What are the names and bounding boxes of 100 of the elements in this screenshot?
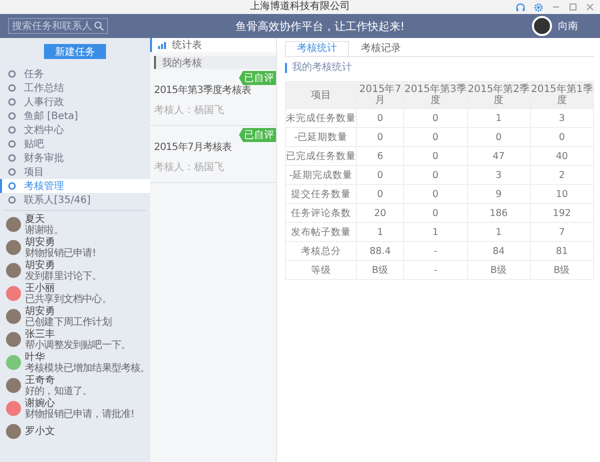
search-icon[interactable] [94,21,104,31]
contact-message: 谢谢啦。 [25,224,64,236]
table-cell: 0 [356,166,404,184]
nav-item[interactable]: 鱼邮 [Beta] [0,109,150,123]
bar-chart-icon [158,42,166,48]
headset-icon[interactable] [516,3,525,12]
table-cell: 0 [404,184,468,204]
avatar-placeholder[interactable] [6,240,21,255]
table-cell: 0 [356,108,404,128]
column-header: 2015年7月 [356,82,404,108]
contact-name[interactable]: 胡安勇 [25,260,102,270]
nav-item[interactable]: 项目 [0,165,150,179]
stats-list-item[interactable]: 统计表 [150,38,276,52]
table-cell: 40 [530,146,594,166]
table-cell: 0 [356,184,404,204]
table-cell: 考核总分 [286,242,356,260]
column-header: 2015年第1季度 [530,82,594,108]
table-cell: 9 [467,184,530,204]
table-cell: - [404,242,468,260]
nav-item[interactable]: 人事行政 [0,95,150,109]
nav-item[interactable]: 文档中心 [0,123,150,137]
search-field[interactable]: 搜索任务和联系人 [8,18,108,34]
avatar-placeholder[interactable] [6,332,21,347]
review-card[interactable]: 已自评 2015年第3季度考核表 考核人：杨国飞 [150,69,276,126]
nav-item[interactable]: 贴吧 [0,137,150,151]
slogan-text: 鱼骨高效协作平台，让工作快起来! [234,18,406,34]
contact-message: 好的，知道了。 [25,386,92,396]
avatar-placeholder[interactable] [6,263,21,278]
tab[interactable]: 考核记录 [349,41,413,56]
nav-item[interactable]: 联系人[35/46] [0,193,150,207]
section-header: 我的考核 [154,56,276,69]
contact-name[interactable]: 张三丰 [25,328,131,340]
contact-message: 财物报销已申请，请批准! [25,408,134,420]
column-header: 2015年第3季度 [404,82,468,108]
contact-name[interactable]: 谢婉心 [25,398,134,408]
table-cell: 0 [404,166,468,184]
avatar-icon[interactable] [6,401,21,416]
table-cell: 0 [404,146,468,166]
table-cell: 1 [404,222,468,242]
status-badge: 已自评 [239,71,276,85]
reviewer-text: 考核人：杨国飞 [154,104,225,117]
window-title: 上海博道科技有限公司 [250,1,350,13]
contact-name[interactable]: 胡安勇 [25,236,96,248]
table-cell: 3 [467,166,530,184]
contact-message: 发到群里讨论下。 [25,270,102,282]
table-cell: 7 [530,222,594,242]
table-cell: 任务评论条数 [286,204,356,222]
contact-name[interactable]: 王奇奇 [25,374,92,386]
table-cell: -延期完成数量 [286,166,356,184]
nav-item[interactable]: 任务 [0,67,150,81]
nav-item[interactable]: 财务审批 [0,151,150,165]
table-cell: B级 [530,260,594,280]
avatar-icon[interactable] [6,286,21,301]
status-badge: 已自评 [239,128,276,142]
table-cell: 2 [530,166,594,184]
column-header: 2015年第2季度 [467,82,530,108]
section-title: 我的考核统计 [285,63,594,73]
avatar-placeholder[interactable] [6,424,21,439]
table-cell: 3 [530,108,594,128]
settings-icon[interactable] [534,3,543,12]
table-cell: 0 [404,128,468,146]
review-card[interactable]: 已自评 2015年7月考核表 考核人：杨国飞 [150,126,276,183]
contact-message: 已创建下周工作计划 [25,316,112,328]
table-cell: 0 [404,108,468,128]
contact-message: 财物报销已申请! [25,248,96,258]
table-cell: 已完成任务数量 [286,146,356,166]
user-avatar[interactable] [532,16,552,36]
avatar-placeholder[interactable] [6,309,21,324]
contact-message: 已共享到文档中心。 [25,294,112,304]
table-cell: 提交任务数量 [286,184,356,204]
table-cell: 未完成任务数量 [286,108,356,128]
new-task-button[interactable]: 新建任务 [44,44,106,59]
contact-name[interactable]: 胡安勇 [25,306,112,316]
contact-name[interactable]: 夏天 [25,214,64,224]
avatar-placeholder[interactable] [6,217,21,232]
user-name[interactable]: 向南 [558,19,578,33]
close-icon[interactable] [586,3,594,11]
table-cell: - [404,260,468,280]
table-cell: 0 [404,204,468,222]
contact-name[interactable]: 王小丽 [25,282,112,294]
table-cell: 20 [356,204,404,222]
maximize-icon[interactable] [569,3,577,11]
table-cell: B级 [356,260,404,280]
avatar-placeholder[interactable] [6,378,21,393]
table-cell: 186 [467,204,530,222]
contact-name[interactable]: 叶华 [25,352,150,362]
nav-item[interactable]: 考核管理 [0,179,150,193]
reviewer-text: 考核人：杨国飞 [154,160,225,174]
table-cell: 47 [467,146,530,166]
nav-item[interactable]: 工作总结 [0,81,150,95]
table-cell: 6 [356,146,404,166]
contact-name[interactable]: 罗小文 [25,426,55,437]
table-cell: 88.4 [356,242,404,260]
table-cell: 0 [530,128,594,146]
tab[interactable]: 考核统计 [285,41,349,56]
column-header: 项目 [286,82,356,108]
table-cell: 1 [467,222,530,242]
table-cell: 发布帖子数量 [286,222,356,242]
table-cell: 1 [356,222,404,242]
card-title: 2015年7月考核表 [154,140,232,154]
